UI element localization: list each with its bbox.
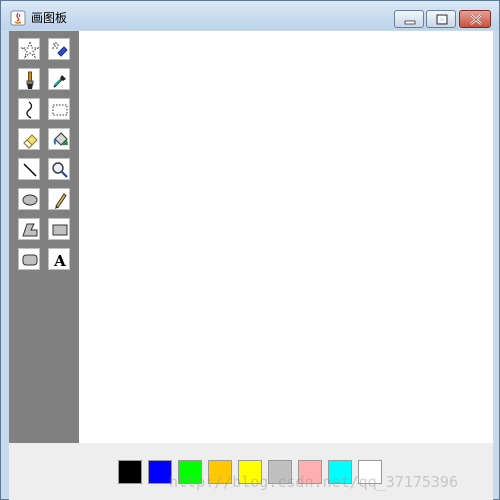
color-palette: http://blog.csdn.net/qq_37175396 xyxy=(9,443,493,500)
ellipse-icon xyxy=(22,194,38,206)
line-icon xyxy=(23,163,37,177)
maximize-icon xyxy=(436,14,448,25)
tool-airbrush[interactable] xyxy=(48,38,70,60)
drawing-canvas[interactable] xyxy=(79,31,493,443)
watermark-text: http://blog.csdn.net/qq_37175396 xyxy=(169,473,458,491)
rounded-rect-icon xyxy=(22,254,38,266)
tool-polygon[interactable] xyxy=(18,218,40,240)
close-icon xyxy=(470,14,482,25)
star-lasso-icon xyxy=(20,40,40,59)
window-title: 画图板 xyxy=(31,11,68,25)
tool-brush[interactable] xyxy=(18,68,40,90)
tool-free-select[interactable] xyxy=(18,38,40,60)
client-area: A http://blog.csdn.net/qq_37175396 xyxy=(9,31,493,500)
tool-fill[interactable] xyxy=(48,128,70,150)
tool-color-picker[interactable] xyxy=(48,68,70,90)
svg-text:A: A xyxy=(53,252,66,270)
tool-text[interactable]: A xyxy=(48,248,70,270)
tool-rounded-rectangle[interactable] xyxy=(18,248,40,270)
tool-pencil[interactable] xyxy=(48,188,70,210)
minimize-button[interactable] xyxy=(394,10,424,28)
tool-line[interactable] xyxy=(18,158,40,180)
eraser-icon xyxy=(23,134,38,149)
airbrush-icon xyxy=(52,42,68,57)
java-app-icon xyxy=(10,10,26,26)
tool-rectangle[interactable] xyxy=(48,218,70,240)
eyedropper-icon xyxy=(53,75,66,88)
brush-icon xyxy=(26,71,34,89)
tool-rect-select[interactable] xyxy=(48,98,70,120)
tool-curve[interactable] xyxy=(18,98,40,120)
app-window: 画图板 A http://blog.csdn.net/qq_37175396 xyxy=(0,0,500,500)
polygon-icon xyxy=(22,223,38,237)
minimize-icon xyxy=(404,20,416,25)
maximize-button[interactable] xyxy=(426,10,456,28)
curve-icon xyxy=(26,101,33,119)
title-bar[interactable]: 画图板 xyxy=(1,1,499,30)
tool-panel: A xyxy=(9,31,79,443)
tool-ellipse[interactable] xyxy=(18,188,40,210)
tool-magnifier[interactable] xyxy=(48,158,70,180)
pencil-icon xyxy=(55,193,67,209)
close-button[interactable] xyxy=(459,10,491,28)
text-icon: A xyxy=(53,252,66,270)
paint-bucket-icon xyxy=(53,132,68,146)
tool-eraser[interactable] xyxy=(18,128,40,150)
rectangle-icon xyxy=(52,224,68,236)
color-swatch-black[interactable] xyxy=(118,460,142,484)
magnifier-icon xyxy=(52,162,68,178)
dotted-rect-icon xyxy=(52,104,68,116)
